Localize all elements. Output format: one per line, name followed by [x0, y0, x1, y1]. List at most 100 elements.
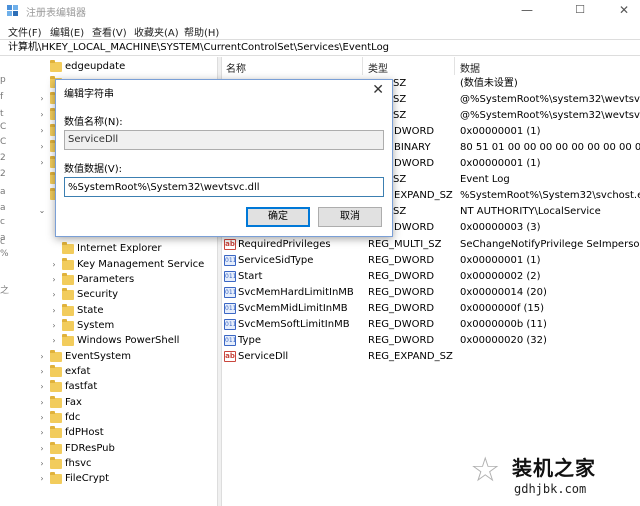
- expand-icon[interactable]: ›: [38, 139, 46, 154]
- expand-icon[interactable]: ›: [38, 441, 46, 456]
- value-name: SvcMemSoftLimitInMB: [238, 319, 350, 330]
- list-row[interactable]: ab RequiredPrivileges REG_MULTI_SZ SeCha…: [222, 237, 640, 253]
- folder-icon: [50, 457, 62, 469]
- expand-icon[interactable]: ›: [50, 318, 58, 333]
- value-data: SeChangeNotifyPrivilege SeImpersonat: [460, 239, 640, 250]
- column-name[interactable]: 名称: [226, 60, 246, 75]
- expand-icon[interactable]: ›: [38, 379, 46, 394]
- list-row[interactable]: 011 SvcMemMidLimitInMB REG_DWORD 0x00000…: [222, 301, 640, 317]
- dialog-title: 编辑字符串: [64, 89, 114, 100]
- address-bar[interactable]: 计算机\HKEY_LOCAL_MACHINE\SYSTEM\CurrentCon…: [0, 39, 640, 56]
- value-data: 0x00000020 (32): [460, 335, 547, 346]
- value-name: SvcMemHardLimitInMB: [238, 287, 354, 298]
- folder-icon: [50, 350, 62, 362]
- star-icon: ☆: [470, 450, 501, 490]
- expand-icon[interactable]: ›: [50, 303, 58, 318]
- value-data: 0x00000014 (20): [460, 287, 547, 298]
- value-type: SZ: [393, 206, 407, 217]
- value-type: SZ: [393, 78, 407, 89]
- expand-icon[interactable]: ›: [38, 410, 46, 425]
- expand-icon[interactable]: ›: [38, 364, 46, 379]
- tree-node-label: Windows PowerShell: [77, 335, 180, 346]
- close-icon[interactable]: ✕: [617, 3, 631, 17]
- value-data-input[interactable]: [64, 177, 384, 197]
- menu-help[interactable]: 帮助(H): [184, 24, 219, 39]
- column-type[interactable]: 类型: [368, 60, 388, 75]
- string-value-icon: ab: [224, 239, 236, 250]
- list-row[interactable]: 011 SvcMemSoftLimitInMB REG_DWORD 0x0000…: [222, 317, 640, 333]
- folder-icon: [50, 380, 62, 392]
- value-data: (数值未设置): [460, 78, 518, 89]
- expand-icon[interactable]: ›: [38, 425, 46, 440]
- cancel-button[interactable]: 取消: [318, 207, 382, 227]
- expand-icon[interactable]: ›: [38, 456, 46, 471]
- value-type: SZ: [393, 110, 407, 121]
- folder-icon: [50, 60, 62, 72]
- edit-string-dialog: 编辑字符串 ✕ 数值名称(N): ServiceDll 数值数据(V): 确定 …: [55, 79, 393, 237]
- menu-edit[interactable]: 编辑(E): [50, 24, 84, 39]
- expand-icon[interactable]: ›: [50, 272, 58, 287]
- tree-node-label: Security: [77, 289, 119, 300]
- minimize-icon[interactable]: —: [520, 3, 534, 17]
- expand-icon[interactable]: ›: [38, 155, 46, 170]
- folder-icon: [50, 411, 62, 423]
- menu-file[interactable]: 文件(F): [8, 24, 42, 39]
- expand-icon[interactable]: ›: [38, 91, 46, 106]
- binary-value-icon: 011: [224, 319, 237, 330]
- value-data: NT AUTHORITY\LocalService: [460, 206, 601, 217]
- edge-fragment: 2: [0, 169, 6, 179]
- value-type: REG_MULTI_SZ: [368, 239, 442, 250]
- value-data: @%SystemRoot%\system32\wevtsvc.dll: [460, 110, 640, 121]
- collapse-icon[interactable]: ⌄: [38, 203, 46, 218]
- value-type: BINARY: [394, 142, 431, 153]
- folder-icon: [50, 472, 62, 484]
- binary-value-icon: 011: [224, 255, 237, 266]
- ok-button[interactable]: 确定: [246, 207, 310, 227]
- list-row[interactable]: 011 Type REG_DWORD 0x00000020 (32): [222, 333, 640, 349]
- list-row[interactable]: 011 SvcMemHardLimitInMB REG_DWORD 0x0000…: [222, 285, 640, 301]
- value-name: SvcMemMidLimitInMB: [238, 303, 348, 314]
- column-data[interactable]: 数据: [460, 60, 480, 75]
- tree-node-label: fdPHost: [65, 427, 104, 438]
- maximize-icon[interactable]: ☐: [573, 3, 587, 17]
- menu-favorites[interactable]: 收藏夹(A): [134, 24, 179, 39]
- expand-icon[interactable]: ›: [38, 471, 46, 486]
- list-row[interactable]: 011 ServiceSidType REG_DWORD 0x00000001 …: [222, 253, 640, 269]
- edge-fragment: %: [0, 249, 9, 259]
- value-name: Type: [238, 335, 261, 346]
- watermark-url: gdhjbk.com: [514, 482, 587, 496]
- edge-fragment: C: [0, 137, 7, 147]
- expand-icon[interactable]: ›: [38, 123, 46, 138]
- binary-value-icon: 011: [224, 271, 237, 282]
- tree-node-label: FileCrypt: [65, 473, 110, 484]
- value-type: SZ: [393, 94, 407, 105]
- value-name-field[interactable]: ServiceDll: [64, 130, 384, 150]
- expand-icon[interactable]: ›: [50, 287, 58, 302]
- expand-icon[interactable]: ›: [38, 107, 46, 122]
- column-divider[interactable]: [362, 57, 363, 75]
- close-icon[interactable]: ✕: [372, 82, 384, 98]
- edge-fragment: c: [0, 237, 5, 247]
- folder-icon: [62, 319, 74, 331]
- folder-icon: [50, 365, 62, 377]
- tree-node-label: fastfat: [65, 381, 98, 392]
- expand-icon[interactable]: ›: [38, 349, 46, 364]
- value-type: REG_DWORD: [368, 255, 435, 266]
- list-row[interactable]: 011 Start REG_DWORD 0x00000002 (2): [222, 269, 640, 285]
- list-row-servicedll[interactable]: ab ServiceDll REG_EXPAND_SZ: [222, 349, 640, 365]
- column-divider[interactable]: [454, 57, 455, 75]
- binary-value-icon: 011: [224, 287, 237, 298]
- value-data: %SystemRoot%\System32\svchost.exe: [460, 190, 640, 201]
- tree-node-label: EventSystem: [65, 351, 131, 362]
- value-data: 0x00000002 (2): [460, 271, 541, 282]
- value-data: 0x0000000f (15): [460, 303, 545, 314]
- expand-icon[interactable]: ›: [50, 257, 58, 272]
- expand-icon[interactable]: ›: [38, 395, 46, 410]
- value-name: RequiredPrivileges: [238, 239, 331, 250]
- tree-node-label: edgeupdate: [65, 61, 126, 72]
- expand-icon[interactable]: ›: [50, 333, 58, 348]
- tree-node-label: fhsvc: [65, 458, 92, 469]
- edge-fragment: t: [0, 109, 4, 119]
- menu-view[interactable]: 查看(V): [92, 24, 127, 39]
- edge-fragment: C: [0, 122, 7, 132]
